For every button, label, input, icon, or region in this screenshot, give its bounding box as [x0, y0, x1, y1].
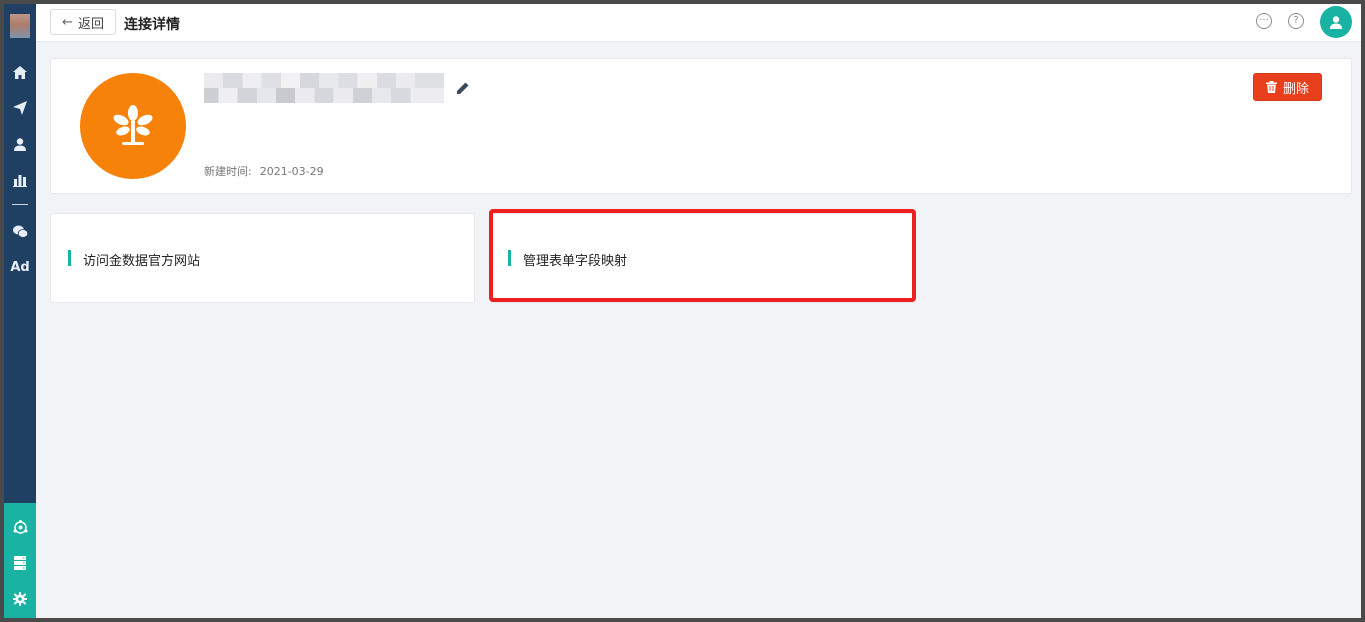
- connection-avatar: [80, 73, 186, 179]
- card-accent-bar: [68, 250, 71, 266]
- sidebar-bottom-panel: [4, 503, 36, 618]
- user-avatar[interactable]: [1320, 6, 1352, 38]
- arrow-left-icon: ←: [62, 14, 73, 30]
- server-icon[interactable]: [4, 553, 36, 573]
- integration-icon[interactable]: [4, 517, 36, 537]
- app-window: Ad ← 返回 连接详情 ··· ? 新建时间: 2021-03-29 删除 访…: [4, 4, 1361, 618]
- created-time-label: 新建时间:: [204, 165, 252, 178]
- wechat-icon[interactable]: [4, 221, 36, 241]
- visit-website-card[interactable]: 访问金数据官方网站: [50, 213, 475, 303]
- ad-icon[interactable]: Ad: [4, 257, 36, 277]
- back-button-label: 返回: [77, 16, 104, 32]
- sidebar-divider: [12, 204, 28, 205]
- connection-name-redacted: [204, 73, 444, 103]
- created-time: 新建时间: 2021-03-29: [204, 163, 332, 179]
- page-title: 连接详情: [124, 17, 180, 33]
- send-icon[interactable]: [4, 98, 36, 118]
- card-accent-bar: [508, 250, 511, 266]
- tree-icon: [113, 105, 153, 145]
- back-button[interactable]: ← 返回: [50, 9, 116, 35]
- visit-website-label: 访问金数据官方网站: [83, 254, 201, 269]
- delete-button[interactable]: 删除: [1253, 73, 1322, 101]
- edit-icon[interactable]: [456, 81, 470, 95]
- manage-field-mapping-card[interactable]: 管理表单字段映射: [490, 213, 914, 303]
- bar-chart-icon[interactable]: [4, 170, 36, 190]
- ad-icon-label: Ad: [10, 259, 30, 275]
- sidebar: Ad: [4, 4, 36, 618]
- user-icon[interactable]: [4, 134, 36, 154]
- home-icon[interactable]: [4, 62, 36, 82]
- settings-icon[interactable]: [4, 589, 36, 609]
- app-logo: [10, 14, 30, 38]
- delete-button-label: 删除: [1282, 81, 1309, 97]
- created-time-value: 2021-03-29: [259, 165, 324, 178]
- trash-icon: [1265, 81, 1277, 93]
- manage-field-mapping-label: 管理表单字段映射: [523, 254, 628, 269]
- help-icon[interactable]: ?: [1288, 13, 1304, 29]
- chat-icon[interactable]: ···: [1256, 13, 1272, 29]
- top-header: ← 返回 连接详情 ··· ?: [36, 4, 1361, 42]
- connection-profile-card: 新建时间: 2021-03-29 删除: [50, 58, 1352, 194]
